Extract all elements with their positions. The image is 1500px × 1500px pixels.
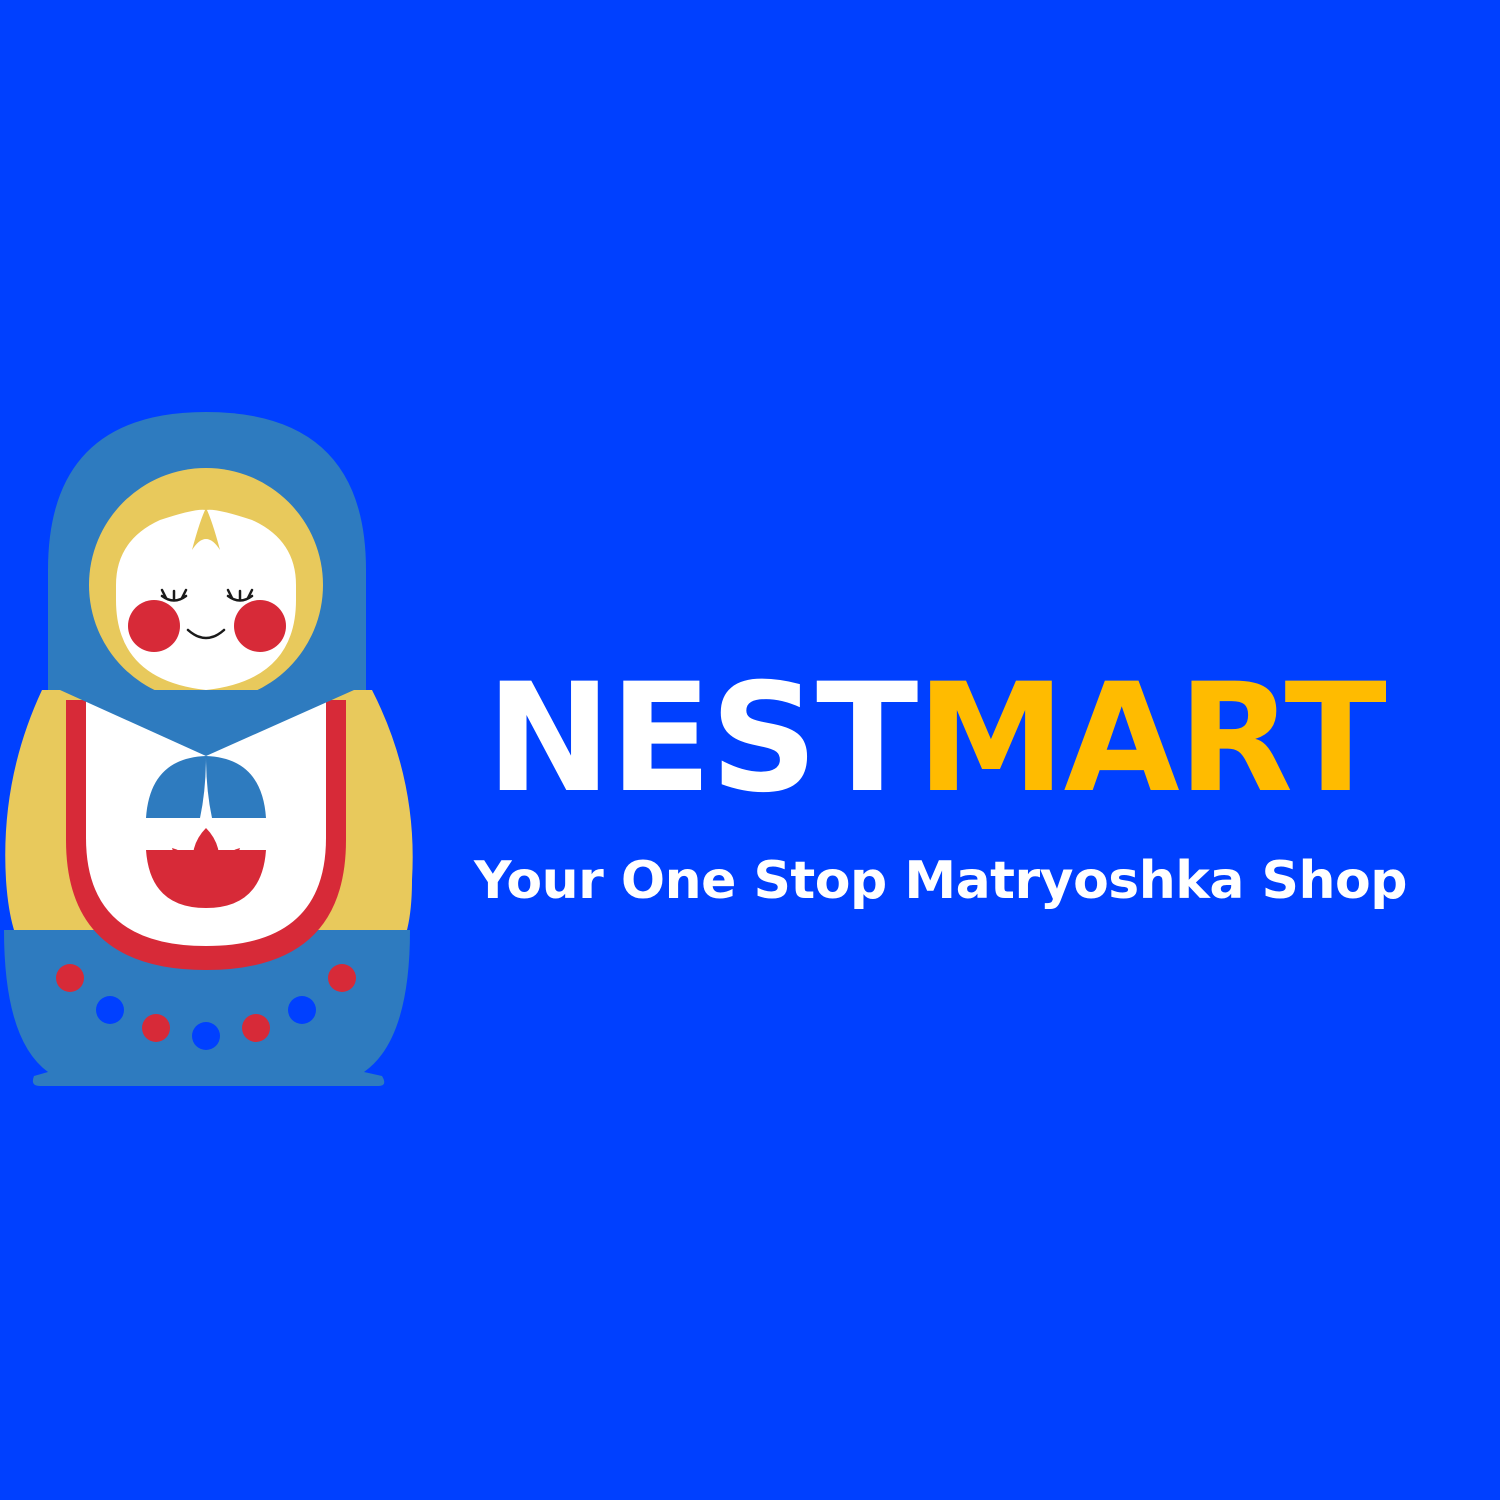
doll-dot xyxy=(56,964,84,992)
doll-dot xyxy=(328,964,356,992)
doll-cheek-right xyxy=(234,600,286,652)
matryoshka-doll-icon xyxy=(4,412,413,1086)
brand-name-part2: MART xyxy=(916,652,1386,826)
brand-name-part1: NEST xyxy=(486,652,918,826)
brand-tagline: Your One Stop Matryoshka Shop xyxy=(474,851,1407,911)
doll-dot xyxy=(288,996,316,1024)
doll-dot xyxy=(192,1022,220,1050)
doll-dot xyxy=(242,1014,270,1042)
doll-dot xyxy=(142,1014,170,1042)
doll-cheek-left xyxy=(128,600,180,652)
brand-wordmark: NESTMART xyxy=(486,664,1387,814)
doll-dot xyxy=(96,996,124,1024)
